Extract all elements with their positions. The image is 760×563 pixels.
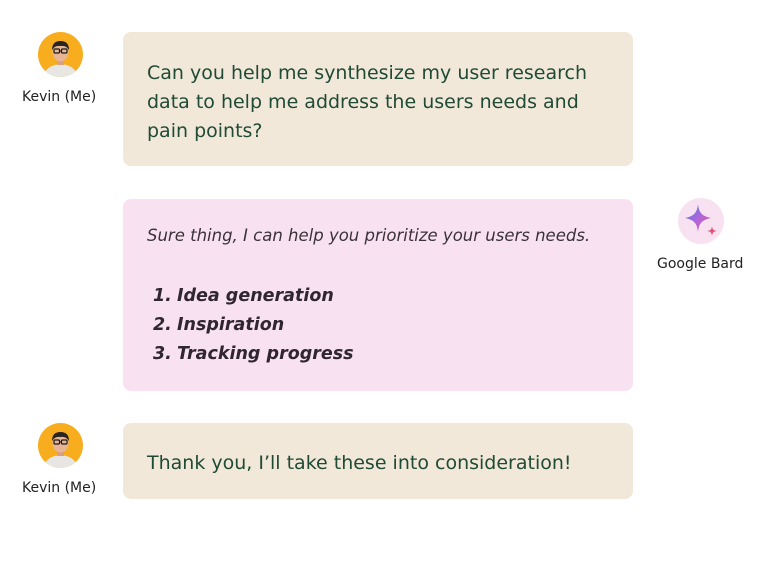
sender-name: Google Bard — [657, 256, 744, 272]
message-bubble-user: Thank you, I’ll take these into consider… — [123, 423, 633, 499]
list-item: 3. Tracking progress — [153, 344, 354, 364]
sender-name: Kevin (Me) — [22, 480, 97, 496]
avatar — [38, 32, 83, 77]
message-intro: Sure thing, I can help you prioritize yo… — [147, 226, 591, 245]
suggestion-list: 1. Idea generation 2. Inspiration 3. Tracki… — [153, 282, 354, 369]
list-item: 2. Inspiration — [153, 315, 285, 335]
message-text: Thank you, I’ll take these into consider… — [147, 452, 572, 474]
user-avatar-icon — [43, 432, 78, 468]
user-avatar-icon — [43, 41, 78, 77]
avatar — [38, 423, 83, 468]
message-bubble-bard: Sure thing, I can help you prioritize yo… — [123, 199, 633, 391]
list-item: 1. Idea generation — [153, 286, 334, 306]
message-text: Can you help me synthesize my user resea… — [147, 62, 588, 142]
message-bubble-user: Can you help me synthesize my user resea… — [123, 32, 633, 166]
sender-name: Kevin (Me) — [22, 89, 97, 105]
sparkle-icon — [685, 204, 717, 236]
bard-logo — [678, 198, 724, 244]
